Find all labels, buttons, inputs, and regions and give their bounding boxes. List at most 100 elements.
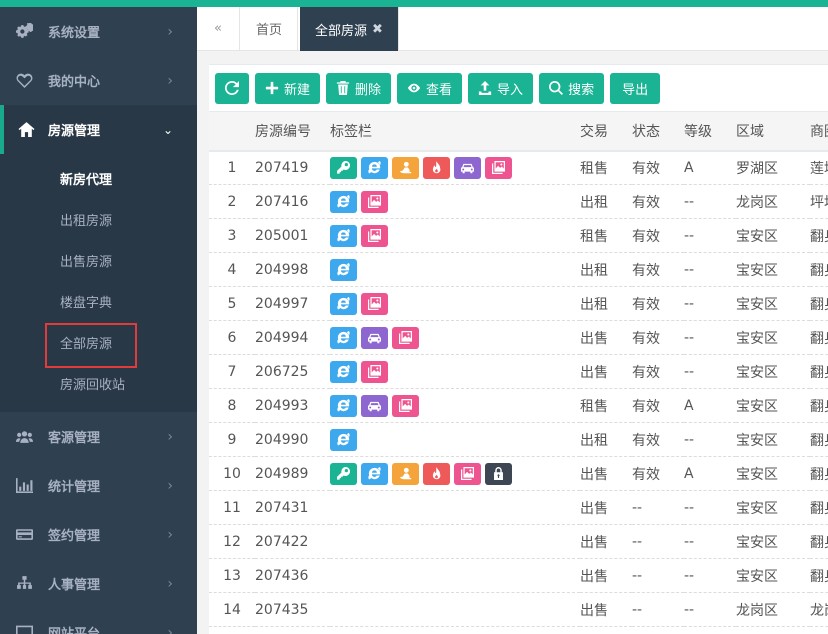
tab-scroll-left-button[interactable]: « bbox=[197, 7, 240, 50]
listing-id: 207416 bbox=[255, 193, 309, 210]
deal-type: 出售 bbox=[580, 602, 608, 619]
submenu-item-4[interactable]: 全部房源 bbox=[0, 322, 197, 368]
export-button[interactable]: 导出 bbox=[610, 72, 661, 104]
level: -- bbox=[684, 499, 695, 516]
table-row[interactable]: 11 207431 出售 -- -- 宝安区 翻身 bbox=[209, 491, 828, 525]
car-icon[interactable] bbox=[361, 394, 388, 417]
refresh-button[interactable] bbox=[215, 72, 249, 104]
column-header[interactable]: 交易 bbox=[580, 112, 632, 151]
image-icon[interactable] bbox=[454, 462, 481, 485]
delete-button[interactable]: 删除 bbox=[326, 72, 392, 104]
table-row[interactable]: 2 207416 出租 有效 -- 龙岗区 坪地 bbox=[209, 185, 828, 219]
close-icon[interactable]: ✖ bbox=[372, 22, 383, 37]
internet-explorer-icon[interactable] bbox=[330, 326, 357, 349]
district: 龙岗区 bbox=[736, 602, 778, 619]
chevron-down-icon: ⌄ bbox=[162, 122, 173, 137]
column-header[interactable]: 区域 bbox=[736, 112, 810, 151]
submenu-item-5[interactable]: 房源回收站 bbox=[0, 363, 197, 404]
column-header[interactable]: 标签栏 bbox=[330, 112, 580, 151]
table-row[interactable]: 12 207422 出售 -- -- 宝安区 翻身 bbox=[209, 525, 828, 559]
table-row[interactable]: 5 204997 出租 有效 -- 宝安区 翻身 bbox=[209, 287, 828, 321]
key-icon[interactable] bbox=[330, 156, 357, 179]
internet-explorer-icon[interactable] bbox=[361, 462, 388, 485]
table-row[interactable]: 9 204990 出租 有效 -- 宝安区 翻身 bbox=[209, 423, 828, 457]
sidebar-item-5[interactable]: 签约管理 › bbox=[0, 510, 197, 559]
tab-all-listings-label: 全部房源 bbox=[315, 23, 368, 39]
district: 宝安区 bbox=[736, 500, 778, 517]
table-row[interactable]: 4 204998 出租 有效 -- 宝安区 翻身 bbox=[209, 253, 828, 287]
image-icon[interactable] bbox=[392, 394, 419, 417]
deal-type: 出售 bbox=[580, 500, 608, 517]
sidebar-item-7[interactable]: 网站平台 › bbox=[0, 608, 197, 634]
new-button[interactable]: 新建 bbox=[255, 72, 321, 104]
sidebar-item-6[interactable]: 人事管理 › bbox=[0, 559, 197, 608]
listing-id: 204994 bbox=[255, 329, 309, 346]
status: 有效 bbox=[632, 432, 660, 449]
table-row[interactable]: 13 207436 出售 -- -- 宝安区 翻身 bbox=[209, 559, 828, 593]
business-zone: 翻身 bbox=[810, 568, 828, 585]
row-index: 10 bbox=[223, 465, 241, 482]
table-row[interactable]: 14 207435 出售 -- -- 龙岗区 龙岗 bbox=[209, 593, 828, 627]
submenu-item-3[interactable]: 楼盘字典 bbox=[0, 281, 197, 322]
listing-id: 204997 bbox=[255, 295, 309, 312]
person-icon[interactable] bbox=[392, 156, 419, 179]
internet-explorer-icon[interactable] bbox=[361, 156, 388, 179]
table-row[interactable]: 10 204989 出售 有效 A 宝安区 翻身 bbox=[209, 457, 828, 491]
tag-cell bbox=[330, 321, 580, 355]
table-header-row: 房源编号标签栏交易状态等级区域商圈 bbox=[209, 111, 828, 151]
submenu-item-1[interactable]: 出租房源 bbox=[0, 199, 197, 240]
table-row[interactable]: 7 206725 出售 有效 -- 宝安区 翻身 bbox=[209, 355, 828, 389]
lock-icon[interactable] bbox=[485, 462, 512, 485]
submenu-item-0[interactable]: 新房代理 bbox=[0, 158, 197, 199]
image-icon[interactable] bbox=[361, 292, 388, 315]
car-icon[interactable] bbox=[361, 326, 388, 349]
tab-all-listings[interactable]: 全部房源 ✖ bbox=[300, 7, 399, 51]
table-row[interactable]: 1 207419 租售 有效 A 罗湖区 莲塘 bbox=[209, 151, 828, 185]
image-icon[interactable] bbox=[361, 224, 388, 247]
table-row[interactable]: 8 204993 租售 有效 A 宝安区 翻身 bbox=[209, 389, 828, 423]
search-button[interactable]: 搜索 bbox=[539, 72, 605, 104]
sidebar-item-3[interactable]: 客源管理 › bbox=[0, 412, 197, 461]
tab-home[interactable]: 首页 bbox=[241, 7, 299, 50]
status: 有效 bbox=[632, 296, 660, 313]
sidebar-item-0[interactable]: 系统设置 › bbox=[0, 7, 197, 56]
image-icon[interactable] bbox=[361, 360, 388, 383]
sidebar-item-label: 网站平台 bbox=[48, 623, 100, 634]
table-row[interactable]: 3 205001 租售 有效 -- 宝安区 翻身 bbox=[209, 219, 828, 253]
column-header[interactable]: 房源编号 bbox=[255, 112, 330, 151]
internet-explorer-icon[interactable] bbox=[330, 190, 357, 213]
table-row[interactable]: 6 204994 出售 有效 -- 宝安区 翻身 bbox=[209, 321, 828, 355]
sitemap-icon bbox=[0, 575, 48, 592]
image-icon[interactable] bbox=[361, 190, 388, 213]
internet-explorer-icon[interactable] bbox=[330, 360, 357, 383]
sidebar-item-1[interactable]: 我的中心 › bbox=[0, 56, 197, 105]
image-icon[interactable] bbox=[392, 326, 419, 349]
sidebar-item-2[interactable]: 房源管理 ⌄ bbox=[0, 105, 197, 154]
car-icon[interactable] bbox=[454, 156, 481, 179]
internet-explorer-icon[interactable] bbox=[330, 394, 357, 417]
person-icon[interactable] bbox=[392, 462, 419, 485]
view-button[interactable]: 查看 bbox=[397, 72, 463, 104]
internet-explorer-icon[interactable] bbox=[330, 224, 357, 247]
row-index: 1 bbox=[227, 159, 237, 176]
tab-bar: « 首页 全部房源 ✖ bbox=[197, 7, 828, 51]
chevron-right-icon: › bbox=[167, 526, 173, 543]
listing-id: 207431 bbox=[255, 499, 309, 516]
internet-explorer-icon[interactable] bbox=[330, 428, 357, 451]
submenu-item-2[interactable]: 出售房源 bbox=[0, 240, 197, 281]
sidebar-item-4[interactable]: 统计管理 › bbox=[0, 461, 197, 510]
column-header[interactable]: 状态 bbox=[632, 112, 684, 151]
import-button[interactable]: 导入 bbox=[468, 72, 534, 104]
column-header[interactable]: 商圈 bbox=[810, 112, 828, 151]
column-header[interactable] bbox=[209, 112, 255, 151]
fire-icon[interactable] bbox=[423, 156, 450, 179]
search-button-label: 搜索 bbox=[568, 82, 595, 98]
internet-explorer-icon[interactable] bbox=[330, 258, 357, 281]
key-icon[interactable] bbox=[330, 462, 357, 485]
fire-icon[interactable] bbox=[423, 462, 450, 485]
internet-explorer-icon[interactable] bbox=[330, 292, 357, 315]
row-index: 6 bbox=[227, 329, 237, 346]
column-header[interactable]: 等级 bbox=[684, 112, 736, 151]
toolbar: 新建 删除 查看 导入 搜索 导出 bbox=[209, 65, 828, 111]
image-icon[interactable] bbox=[485, 156, 512, 179]
